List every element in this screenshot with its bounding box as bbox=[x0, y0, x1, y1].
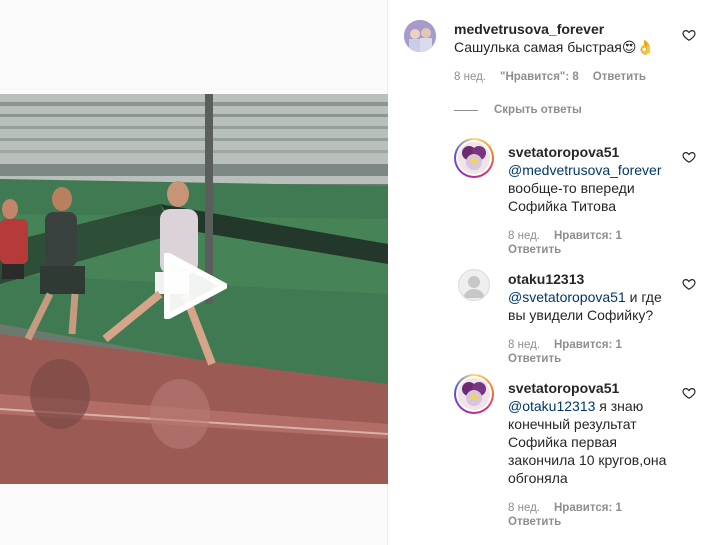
reply-line: Софийка первая bbox=[508, 434, 617, 450]
post-time: 8 нед. bbox=[454, 71, 486, 83]
heart-outline-icon[interactable] bbox=[682, 277, 696, 291]
post-likes[interactable]: "Нравится": 8 bbox=[500, 71, 579, 83]
reply-meta: 8 нед. Нравится: 1 bbox=[508, 501, 622, 515]
post-reply-button[interactable]: Ответить bbox=[593, 71, 646, 83]
reply-line: я знаю bbox=[595, 398, 644, 414]
heart-outline-icon[interactable] bbox=[682, 386, 696, 400]
reply-text: @otaku12313 я знаю конечный результат Со… bbox=[508, 397, 698, 487]
avatar-image bbox=[458, 378, 490, 410]
heart-outline-icon[interactable] bbox=[682, 150, 696, 164]
reply-likes[interactable]: Нравится: 1 bbox=[554, 502, 622, 514]
reply-time: 8 нед. bbox=[508, 502, 540, 514]
avatar[interactable] bbox=[458, 269, 490, 301]
reply-meta-2: Ответить bbox=[508, 352, 561, 366]
reply-reply-button[interactable]: Ответить bbox=[508, 516, 561, 528]
reply-author[interactable]: otaku12313 bbox=[508, 271, 584, 287]
avatar-image bbox=[404, 20, 436, 52]
heart-outline-icon[interactable] bbox=[682, 28, 696, 42]
reply-mention[interactable]: @otaku12313 bbox=[508, 398, 595, 414]
post-caption: Сашулька самая быстрая😍👌 bbox=[454, 39, 654, 55]
reply-line: конечный результат bbox=[508, 416, 637, 432]
media-pane bbox=[0, 0, 388, 545]
reply-time: 8 нед. bbox=[508, 339, 540, 351]
reply-line: Софийка Титова bbox=[508, 198, 617, 214]
avatar-image bbox=[458, 142, 490, 174]
reply-meta-2: Ответить bbox=[508, 243, 561, 257]
reply-line: вы увидели Софийку? bbox=[508, 307, 654, 323]
reply-meta: 8 нед. Нравится: 1 bbox=[508, 229, 622, 243]
reply-reply-button[interactable]: Ответить bbox=[508, 353, 561, 365]
default-avatar-icon bbox=[463, 276, 485, 298]
reply-line: обгоняла bbox=[508, 470, 568, 486]
reply-likes[interactable]: Нравится: 1 bbox=[554, 339, 622, 351]
reply-reply-button[interactable]: Ответить bbox=[508, 244, 561, 256]
reply-mention[interactable]: @svetatoropova51 bbox=[508, 289, 626, 305]
avatar[interactable] bbox=[404, 20, 436, 52]
reply-author[interactable]: svetatoropova51 bbox=[508, 380, 619, 396]
reply-meta: 8 нед. Нравится: 1 bbox=[508, 338, 622, 352]
replies-divider bbox=[454, 110, 478, 111]
reply-line: вообще-то впереди bbox=[508, 180, 635, 196]
reply-text: @svetatoropova51 и где вы увидели Софийк… bbox=[508, 288, 688, 324]
play-icon[interactable] bbox=[161, 253, 227, 319]
reply-text: @medvetrusova_forever вообще-то впереди … bbox=[508, 161, 688, 215]
reply-mention[interactable]: @medvetrusova_forever bbox=[508, 162, 662, 178]
reply-line: закончила 10 кругов,она bbox=[508, 452, 667, 468]
reply-time: 8 нед. bbox=[508, 230, 540, 242]
hide-replies-button[interactable]: Скрыть ответы bbox=[494, 104, 582, 116]
post-author[interactable]: medvetrusova_forever bbox=[454, 21, 604, 37]
reply-author[interactable]: svetatoropova51 bbox=[508, 144, 619, 160]
avatar[interactable] bbox=[454, 374, 494, 414]
post-meta: 8 нед. "Нравится": 8 Ответить bbox=[454, 70, 646, 84]
comments-panel: medvetrusova_forever Сашулька самая быст… bbox=[388, 0, 713, 545]
reply-likes[interactable]: Нравится: 1 bbox=[554, 230, 622, 242]
reply-line: и где bbox=[625, 289, 662, 305]
avatar[interactable] bbox=[454, 138, 494, 178]
reply-meta-2: Ответить bbox=[508, 515, 561, 529]
